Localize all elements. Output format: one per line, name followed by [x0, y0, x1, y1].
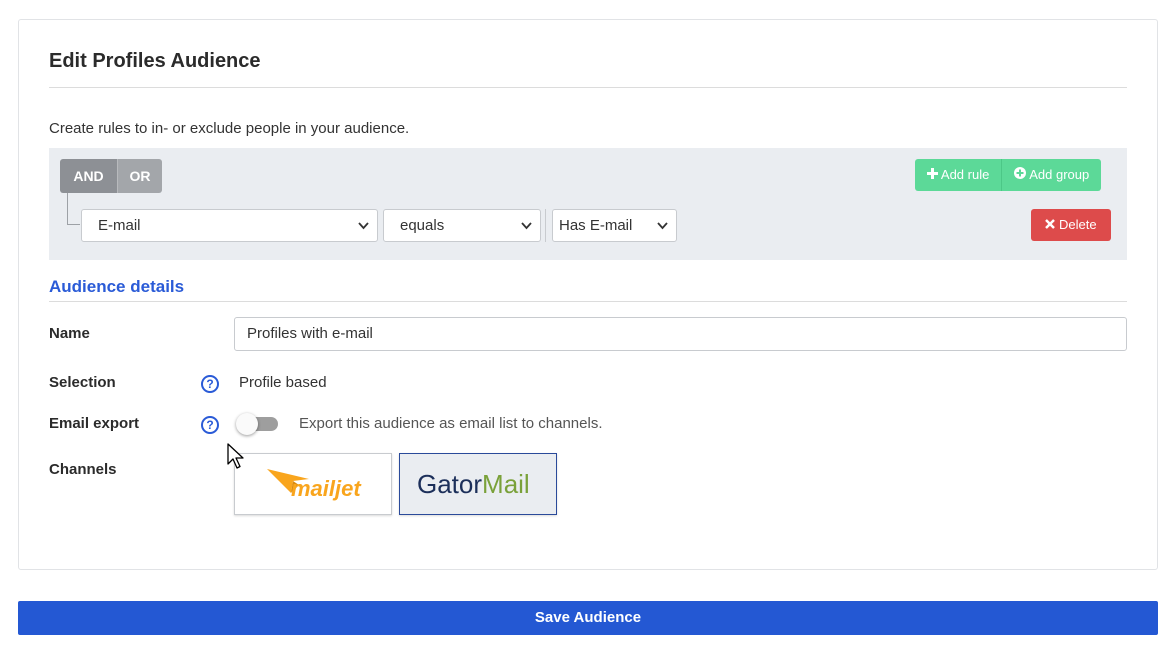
name-label: Name [49, 325, 90, 342]
rule-operator-select[interactable]: equals [383, 209, 541, 242]
section-divider [49, 301, 1127, 302]
page-title: Edit Profiles Audience [49, 50, 261, 72]
gatormail-logo: GatorMail [417, 469, 530, 499]
rule-value-select[interactable]: Has E-mail [552, 209, 677, 242]
help-circle-icon[interactable]: ? [201, 416, 219, 434]
selection-value: Profile based [239, 374, 327, 391]
mailjet-logo: mailjet [267, 469, 362, 501]
delete-rule-button[interactable]: Delete [1031, 209, 1111, 241]
name-input[interactable]: Profiles with e-mail [234, 317, 1127, 351]
delete-label: Delete [1059, 217, 1097, 232]
add-rule-button[interactable]: Add rule [915, 159, 1002, 191]
rule-tree-line [67, 193, 80, 225]
plus-circle-icon [1014, 167, 1027, 182]
toggle-knob [236, 413, 258, 435]
add-button-group: Add rule Add group [915, 159, 1102, 191]
email-export-label: Email export [49, 415, 140, 432]
and-button[interactable]: AND [60, 159, 117, 193]
save-audience-button[interactable]: Save Audience [18, 601, 1158, 635]
add-group-label: Add group [1029, 167, 1090, 182]
plus-icon [927, 167, 938, 182]
add-group-button[interactable]: Add group [1001, 159, 1102, 191]
rule-operator-value: equals [400, 217, 445, 234]
title-divider [49, 87, 1127, 88]
mouse-cursor-icon [227, 443, 247, 471]
audience-card: Edit Profiles Audience Create rules to i… [18, 19, 1158, 570]
chevron-down-icon [657, 210, 668, 254]
times-icon [1045, 217, 1056, 232]
channels-label: Channels [49, 461, 117, 478]
gatormail-wordmark: GatorMail [417, 469, 530, 499]
add-rule-label: Add rule [940, 167, 990, 182]
email-export-toggle[interactable] [236, 413, 280, 435]
help-circle-icon[interactable]: ? [201, 375, 219, 393]
rule-field-value: E-mail [98, 217, 141, 234]
or-button[interactable]: OR [117, 159, 162, 193]
intro-text: Create rules to in- or exclude people in… [49, 120, 410, 137]
chevron-down-icon [521, 210, 532, 254]
channel-gatormail[interactable]: GatorMail [399, 453, 557, 515]
chevron-down-icon [358, 210, 369, 254]
query-builder: AND OR E-mail equals Has E-mail Add rule… [49, 148, 1127, 260]
mailjet-wordmark: mailjet [291, 476, 362, 501]
audience-details-heading: Audience details [49, 277, 185, 296]
conjunction-toggle: AND OR [60, 159, 162, 193]
rule-value-value: Has E-mail [559, 217, 633, 234]
selection-label: Selection [49, 374, 116, 391]
email-export-description: Export this audience as email list to ch… [299, 415, 603, 432]
rule-field-select[interactable]: E-mail [81, 209, 378, 242]
select-divider [545, 209, 546, 242]
channel-mailjet[interactable]: mailjet [234, 453, 392, 515]
